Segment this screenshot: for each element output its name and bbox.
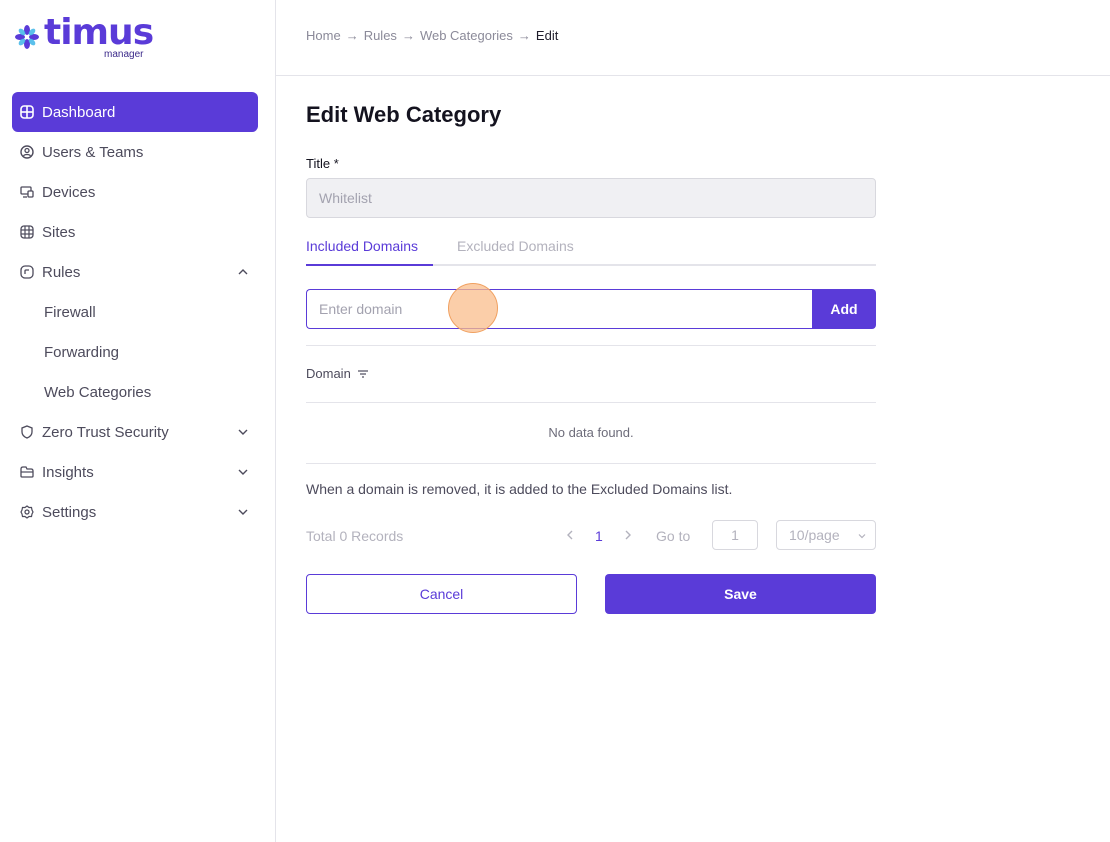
gear-icon: [20, 505, 34, 519]
tab-excluded-domains[interactable]: Excluded Domains: [457, 238, 574, 254]
table-divider: [306, 463, 876, 464]
arrow-right-icon: →: [517, 28, 531, 43]
page-number[interactable]: 1: [595, 528, 603, 544]
title-field: Whitelist: [306, 178, 876, 218]
sidebar-item-devices[interactable]: Devices: [12, 172, 258, 212]
sidebar-item-label: Settings: [42, 503, 97, 521]
arrow-right-icon: →: [345, 28, 359, 43]
sidebar-item-insights[interactable]: Insights: [12, 452, 258, 492]
sidebar-item-dashboard[interactable]: Dashboard: [12, 92, 258, 132]
empty-state: No data found.: [548, 425, 634, 440]
dashboard-icon: [20, 105, 34, 119]
sidebar-item-label: Dashboard: [42, 103, 116, 121]
column-label: Domain: [306, 366, 351, 381]
chevron-right-icon[interactable]: [622, 528, 634, 542]
add-domain-button[interactable]: Add: [812, 289, 876, 329]
table-divider: [306, 345, 876, 346]
sidebar-item-sites[interactable]: Sites: [12, 212, 258, 252]
chevron-down-icon: [238, 509, 248, 515]
top-header: Home → Rules → Web Categories → Edit: [276, 0, 1110, 76]
chevron-left-icon[interactable]: [564, 528, 576, 542]
active-tab-indicator: [306, 264, 433, 266]
arrow-right-icon: →: [401, 28, 415, 43]
sidebar-item-zero-trust-security[interactable]: Zero Trust Security: [12, 412, 258, 452]
sidebar-item-users-teams[interactable]: Users & Teams: [12, 132, 258, 172]
sidebar-item-label: Insights: [42, 463, 94, 481]
domain-input[interactable]: [306, 289, 812, 329]
sidebar-item-label: Web Categories: [44, 383, 152, 401]
logo-subtitle: manager: [104, 49, 144, 60]
sidebar-item-label: Rules: [42, 263, 81, 281]
save-button[interactable]: Save: [605, 574, 876, 614]
breadcrumb-home[interactable]: Home: [306, 28, 341, 43]
domain-column-header[interactable]: Domain: [306, 366, 369, 381]
pagination: Total 0 Records 1 Go to 10/page: [306, 520, 876, 550]
breadcrumb: Home → Rules → Web Categories → Edit: [306, 28, 558, 43]
sites-icon: [20, 225, 34, 239]
goto-label: Go to: [656, 528, 691, 544]
devices-icon: [20, 185, 34, 199]
sidebar-item-label: Devices: [42, 183, 96, 201]
sidebar-item-label: Forwarding: [44, 343, 120, 361]
total-records: Total 0 Records: [306, 528, 404, 544]
chevron-up-icon: [238, 269, 248, 275]
tab-included-domains[interactable]: Included Domains: [306, 238, 418, 254]
sidebar-item-rules[interactable]: Rules: [12, 252, 258, 292]
breadcrumb-rules[interactable]: Rules: [364, 28, 397, 43]
goto-input[interactable]: [712, 520, 758, 550]
logo-wordmark: timus: [44, 12, 154, 53]
chevron-down-icon: [858, 534, 866, 539]
logo-mark-icon: [15, 25, 39, 49]
timus-logo[interactable]: timus manager: [14, 12, 164, 62]
shield-icon: [20, 425, 34, 439]
user-circle-icon: [20, 145, 34, 159]
sidebar-item-label: Zero Trust Security: [42, 423, 169, 441]
breadcrumb-current: Edit: [535, 28, 559, 43]
removal-note: When a domain is removed, it is added to…: [306, 481, 733, 497]
sidebar-item-settings[interactable]: Settings: [12, 492, 258, 532]
insights-icon: [20, 465, 34, 479]
add-domain-row: Add: [306, 289, 876, 329]
rules-icon: [20, 265, 34, 279]
title-label: Title *: [306, 156, 339, 171]
page-size-select[interactable]: 10/page: [776, 520, 876, 550]
cancel-button[interactable]: Cancel: [306, 574, 577, 614]
sidebar: timus manager Dashboard Users & Teams De…: [0, 0, 276, 842]
sidebar-item-label: Firewall: [44, 303, 96, 321]
sidebar-item-firewall[interactable]: Firewall: [12, 292, 258, 332]
chevron-down-icon: [238, 469, 248, 475]
table-divider: [306, 402, 876, 403]
page-size-value: 10/page: [789, 527, 840, 543]
sidebar-item-label: Users & Teams: [42, 143, 144, 161]
filter-icon[interactable]: [357, 369, 369, 379]
domain-tabs: Included Domains Excluded Domains: [306, 236, 876, 266]
click-indicator: [448, 283, 498, 333]
chevron-down-icon: [238, 429, 248, 435]
breadcrumb-web-categories[interactable]: Web Categories: [420, 28, 513, 43]
sidebar-item-forwarding[interactable]: Forwarding: [12, 332, 258, 372]
sidebar-nav: Dashboard Users & Teams Devices Sites Ru…: [12, 92, 258, 532]
sidebar-item-web-categories[interactable]: Web Categories: [12, 372, 258, 412]
sidebar-item-label: Sites: [42, 223, 76, 241]
page-title: Edit Web Category: [306, 102, 502, 127]
